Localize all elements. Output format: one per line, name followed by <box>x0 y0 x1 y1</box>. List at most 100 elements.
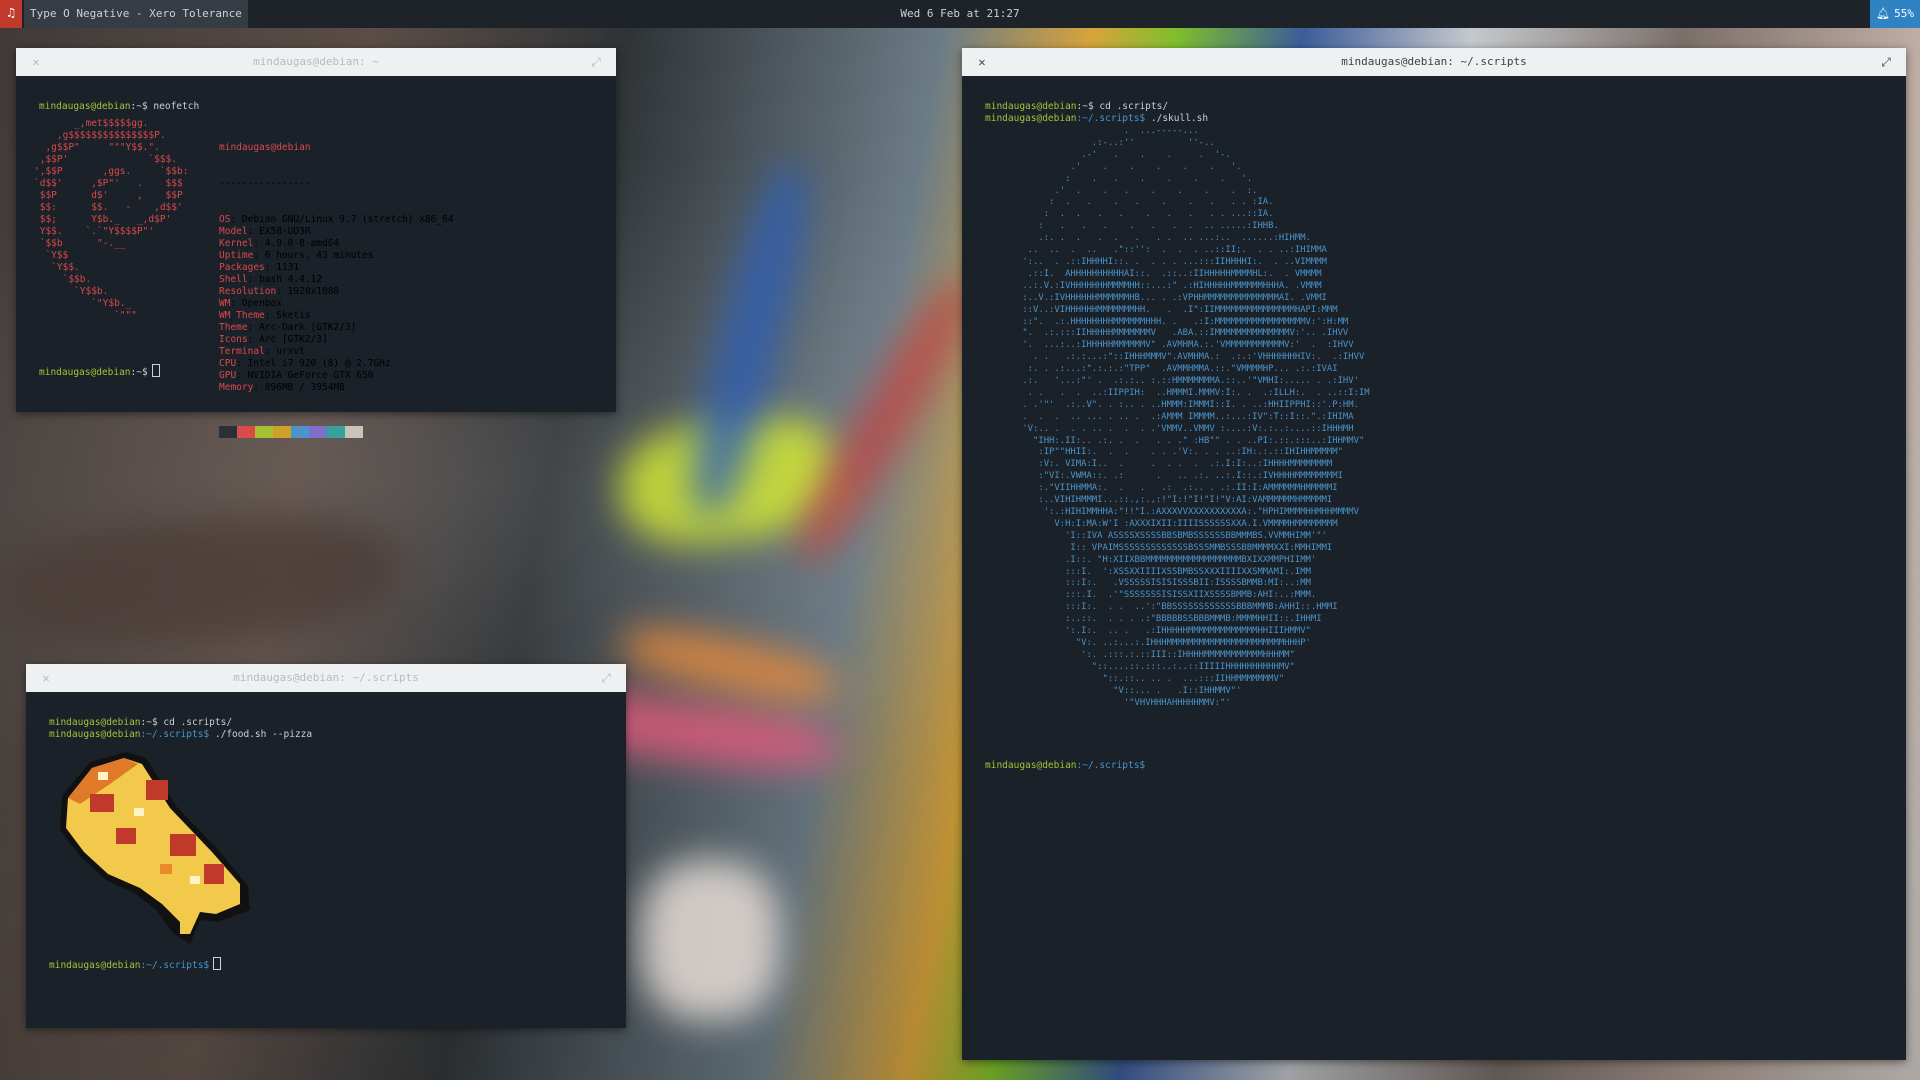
info-sep: : <box>264 262 277 273</box>
neofetch-header: mindaugas@debian <box>219 142 311 153</box>
info-sep: : <box>236 358 248 369</box>
neofetch-underline: ---------------- <box>219 178 311 189</box>
info-key: Uptime <box>219 250 254 261</box>
terminal-prompt-line[interactable]: mindaugas@debian:~/.scripts$ <box>985 760 1145 771</box>
info-value: 4.9.0-8-amd64 <box>264 238 340 249</box>
window-titlebar[interactable]: ✕ mindaugas@debian: ~/.scripts ⤢ <box>26 664 626 692</box>
info-value: 1131 <box>276 262 300 273</box>
info-value: Arc [GTK2/3] <box>259 334 328 345</box>
prompt-user: mindaugas@debian <box>39 367 131 378</box>
info-key: Kernel <box>219 238 254 249</box>
window-title: mindaugas@debian: ~/.scripts <box>1341 55 1527 68</box>
maximize-icon[interactable]: ⤢ <box>1872 48 1900 76</box>
terminal-output[interactable]: mindaugas@debian:~$ neofetch <box>16 76 616 113</box>
terminal-output[interactable]: mindaugas@debian:~$ cd .scripts/ mindaug… <box>962 76 1906 125</box>
battery-indicator[interactable]: 🔔︎ 55% <box>1870 0 1920 28</box>
info-sep: : <box>253 250 265 261</box>
close-icon[interactable]: ✕ <box>968 48 996 76</box>
info-key: Shell <box>219 274 248 285</box>
info-key: WM <box>219 298 231 309</box>
neofetch-info-row: OS: Debian GNU/Linux 9.7 (stretch) x86_6… <box>219 214 454 226</box>
close-icon[interactable]: ✕ <box>32 664 60 692</box>
neofetch-info-row: Model: EX58-UD3R <box>219 226 454 238</box>
neofetch-info-row: WM: Openbox <box>219 298 454 310</box>
pizza-pixel-art <box>60 752 250 944</box>
color-swatches <box>219 426 454 438</box>
info-key: Memory <box>219 382 254 393</box>
info-sep: : <box>253 382 265 393</box>
maximize-icon[interactable]: ⤢ <box>582 48 610 76</box>
info-value: 6 hours, 43 minutes <box>264 250 374 261</box>
info-key: GPU <box>219 370 237 381</box>
window-titlebar[interactable]: ✕ mindaugas@debian: ~/.scripts ⤢ <box>962 48 1906 76</box>
info-value: urxvt <box>276 346 305 357</box>
info-key: CPU <box>219 358 237 369</box>
close-icon[interactable]: ✕ <box>22 48 50 76</box>
prompt-sep: :~$ <box>130 101 148 112</box>
prompt-user: mindaugas@debian <box>985 760 1077 771</box>
prompt-sep: :~$ <box>1076 101 1094 112</box>
info-value: Arc-Dark [GTK2/3] <box>259 322 357 333</box>
clock[interactable]: Wed 6 Feb at 21:27 <box>0 0 1920 28</box>
neofetch-info-row: Terminal: urxvt <box>219 346 454 358</box>
prompt-user: mindaugas@debian <box>49 960 141 971</box>
prompt-path: :~/.scripts$ <box>140 729 210 740</box>
info-key: Terminal <box>219 346 265 357</box>
neofetch-info-row: Kernel: 4.9.0-8-amd64 <box>219 238 454 250</box>
window-title: mindaugas@debian: ~/.scripts <box>233 671 419 684</box>
info-value: NVIDIA GeForce GTX 650 <box>247 370 374 381</box>
color-swatch <box>237 426 255 438</box>
text-cursor <box>151 364 160 377</box>
neofetch-info-row: WM Theme: Sketis <box>219 310 454 322</box>
info-sep: : <box>247 322 260 333</box>
terminal-window-pizza[interactable]: ✕ mindaugas@debian: ~/.scripts ⤢ mindaug… <box>26 664 626 1028</box>
neofetch-info-row: CPU: Intel i7 920 (8) @ 2.7GHz <box>219 358 454 370</box>
battery-percent: 55% <box>1894 7 1914 20</box>
info-sep: : <box>253 238 265 249</box>
prompt-user: mindaugas@debian <box>49 717 141 728</box>
info-sep: : <box>264 346 277 357</box>
command-text: cd .scripts/ <box>1099 101 1169 112</box>
info-sep: : <box>276 286 288 297</box>
skull-ascii-art: . ...-----... .:-..:'' ''-.. .-' . . . .… <box>1022 126 1370 708</box>
info-value: Debian GNU/Linux 9.7 (stretch) x86_64 <box>241 214 454 225</box>
info-value: 1920x1080 <box>287 286 340 297</box>
terminal-output[interactable]: mindaugas@debian:~$ cd .scripts/ mindaug… <box>26 692 626 741</box>
window-title: mindaugas@debian: ~ <box>253 55 379 68</box>
terminal-prompt-line[interactable]: mindaugas@debian:~/.scripts$ <box>49 957 222 971</box>
terminal-prompt-line[interactable]: mindaugas@debian:~$ <box>39 364 160 378</box>
color-swatch <box>309 426 327 438</box>
info-key: Packages <box>219 262 265 273</box>
prompt-user: mindaugas@debian <box>49 729 141 740</box>
neofetch-info-row: Memory: 896MB / 3954MB <box>219 382 454 394</box>
color-swatch <box>291 426 309 438</box>
info-value: Sketis <box>276 310 311 321</box>
info-value: Intel i7 920 (8) @ 2.7GHz <box>247 358 391 369</box>
prompt-path: :~/.scripts$ <box>1076 760 1146 771</box>
neofetch-info-row: Resolution: 1920x1080 <box>219 286 454 298</box>
info-key: OS <box>219 214 231 225</box>
command-text: ./food.sh --pizza <box>214 729 313 740</box>
info-key: WM Theme <box>219 310 265 321</box>
info-value: Openbox <box>241 298 282 309</box>
info-key: Resolution <box>219 286 277 297</box>
info-value: 896MB / 3954MB <box>264 382 345 393</box>
neofetch-info-row: Packages: 1131 <box>219 262 454 274</box>
color-swatch <box>327 426 345 438</box>
neofetch-info-row: Shell: bash 4.4.12 <box>219 274 454 286</box>
command-text: neofetch <box>153 101 200 112</box>
color-swatch <box>219 426 237 438</box>
info-sep: : <box>230 298 242 309</box>
info-key: Theme <box>219 322 248 333</box>
info-value: EX58-UD3R <box>259 226 311 237</box>
top-panel: ♫ Type O Negative - Xero Tolerance Wed 6… <box>0 0 1920 28</box>
window-titlebar[interactable]: ✕ mindaugas@debian: ~ ⤢ <box>16 48 616 76</box>
neofetch-info-row: Theme: Arc-Dark [GTK2/3] <box>219 322 454 334</box>
info-sep: : <box>236 370 248 381</box>
info-value: bash 4.4.12 <box>259 274 322 285</box>
maximize-icon[interactable]: ⤢ <box>592 664 620 692</box>
text-cursor <box>213 957 222 970</box>
neofetch-info-row: GPU: NVIDIA GeForce GTX 650 <box>219 370 454 382</box>
info-sep: : <box>247 334 260 345</box>
command-text: ./skull.sh <box>1150 113 1209 124</box>
